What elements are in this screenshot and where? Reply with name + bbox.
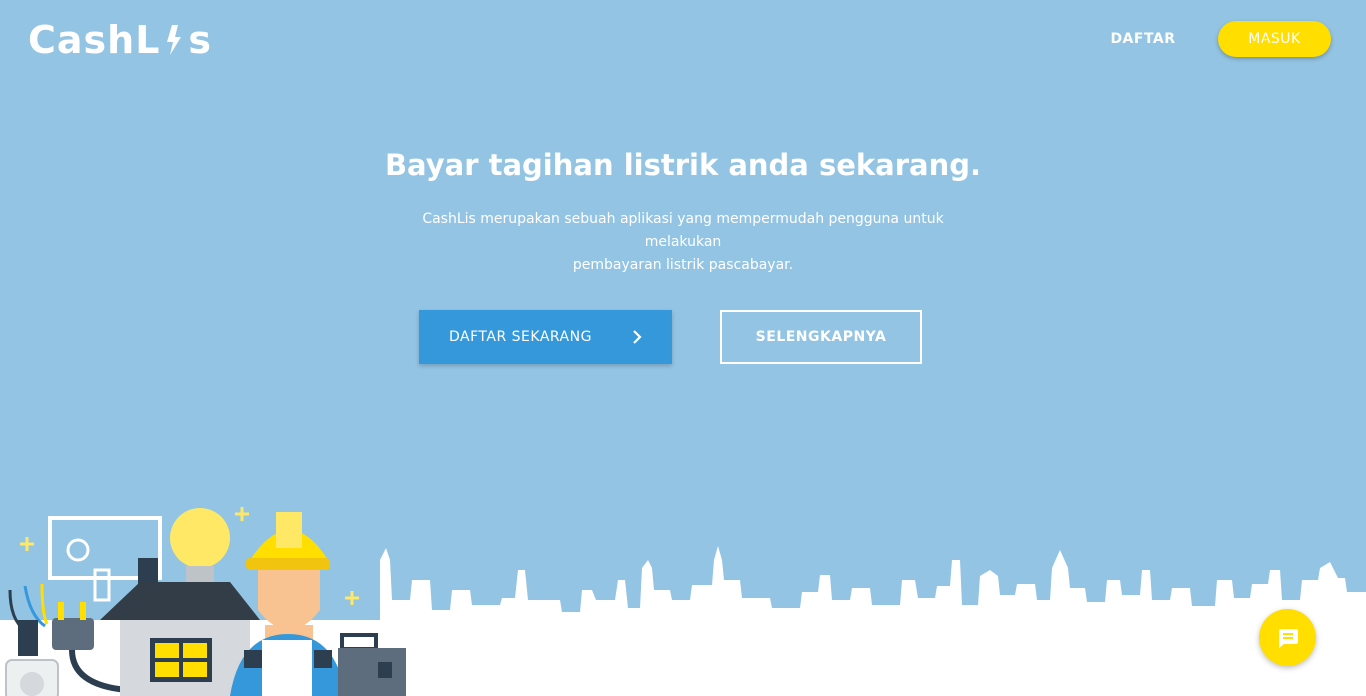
- electrician-illustration: [5, 507, 406, 696]
- selengkapnya-button[interactable]: SELENGKAPNYA: [720, 310, 922, 364]
- chat-icon: [1278, 628, 1298, 648]
- hero-subtitle-line-2: pembayaran listrik pascabayar.: [572, 257, 794, 273]
- daftar-sekarang-button[interactable]: DAFTAR SEKARANG: [419, 310, 672, 364]
- daftar-sekarang-label: DAFTAR SEKARANG: [449, 329, 592, 345]
- chevron-right-icon: [633, 330, 642, 344]
- logo-text-left: CashL: [28, 18, 161, 62]
- hero-subtitle-line-1: CashLis merupakan sebuah aplikasi yang m…: [422, 211, 944, 250]
- hero-title: Bayar tagihan listrik anda sekarang.: [384, 148, 982, 182]
- logo[interactable]: CashL s: [28, 18, 212, 62]
- hero-subtitle: CashLis merupakan sebuah aplikasi yang m…: [383, 208, 983, 277]
- nav-masuk-button[interactable]: MASUK: [1218, 21, 1331, 57]
- logo-text-right: s: [188, 18, 213, 62]
- chat-button[interactable]: [1259, 609, 1316, 666]
- nav-daftar-link[interactable]: DAFTAR: [1102, 28, 1184, 50]
- lightning-bolt-icon: [167, 25, 182, 55]
